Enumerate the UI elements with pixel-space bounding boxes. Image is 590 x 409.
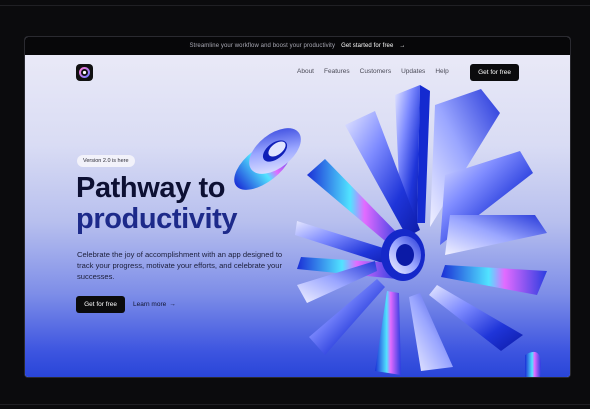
hero-description: Celebrate the joy of accomplishment with… xyxy=(77,250,283,281)
learn-more-link[interactable]: Learn more → xyxy=(133,296,176,313)
hero-title-line2: productivity xyxy=(76,203,238,235)
announcement-text: Streamline your workflow and boost your … xyxy=(189,43,336,49)
logo-icon[interactable] xyxy=(76,64,93,81)
arrow-right-icon[interactable]: → xyxy=(399,43,405,49)
announcement-bar: Streamline your workflow and boost your … xyxy=(25,37,570,55)
nav-item-about[interactable]: About xyxy=(297,68,314,75)
announcement-cta-link[interactable]: Get started for free xyxy=(341,43,393,49)
website-frame: Streamline your workflow and boost your … xyxy=(24,36,571,378)
get-for-free-button[interactable]: Get for free xyxy=(76,296,125,313)
nav-get-for-free-button[interactable]: Get for free xyxy=(470,64,519,81)
nav-item-customers[interactable]: Customers xyxy=(360,68,391,75)
version-badge: Version 2.0 is here xyxy=(77,155,135,167)
nav-item-help[interactable]: Help xyxy=(435,68,448,75)
corner-shape xyxy=(525,351,541,377)
top-divider xyxy=(0,5,590,6)
bottom-divider xyxy=(0,404,590,405)
hero-title-line1: Pathway to xyxy=(76,172,226,204)
arrow-right-icon: → xyxy=(169,301,176,308)
hero-title: Pathway to productivity xyxy=(76,173,336,235)
hero-section: About Features Customers Updates Help Ge… xyxy=(25,55,570,377)
learn-more-label: Learn more xyxy=(133,301,167,308)
nav-item-updates[interactable]: Updates xyxy=(401,68,425,75)
nav-item-features[interactable]: Features xyxy=(324,68,350,75)
main-nav: About Features Customers Updates Help xyxy=(297,68,449,75)
